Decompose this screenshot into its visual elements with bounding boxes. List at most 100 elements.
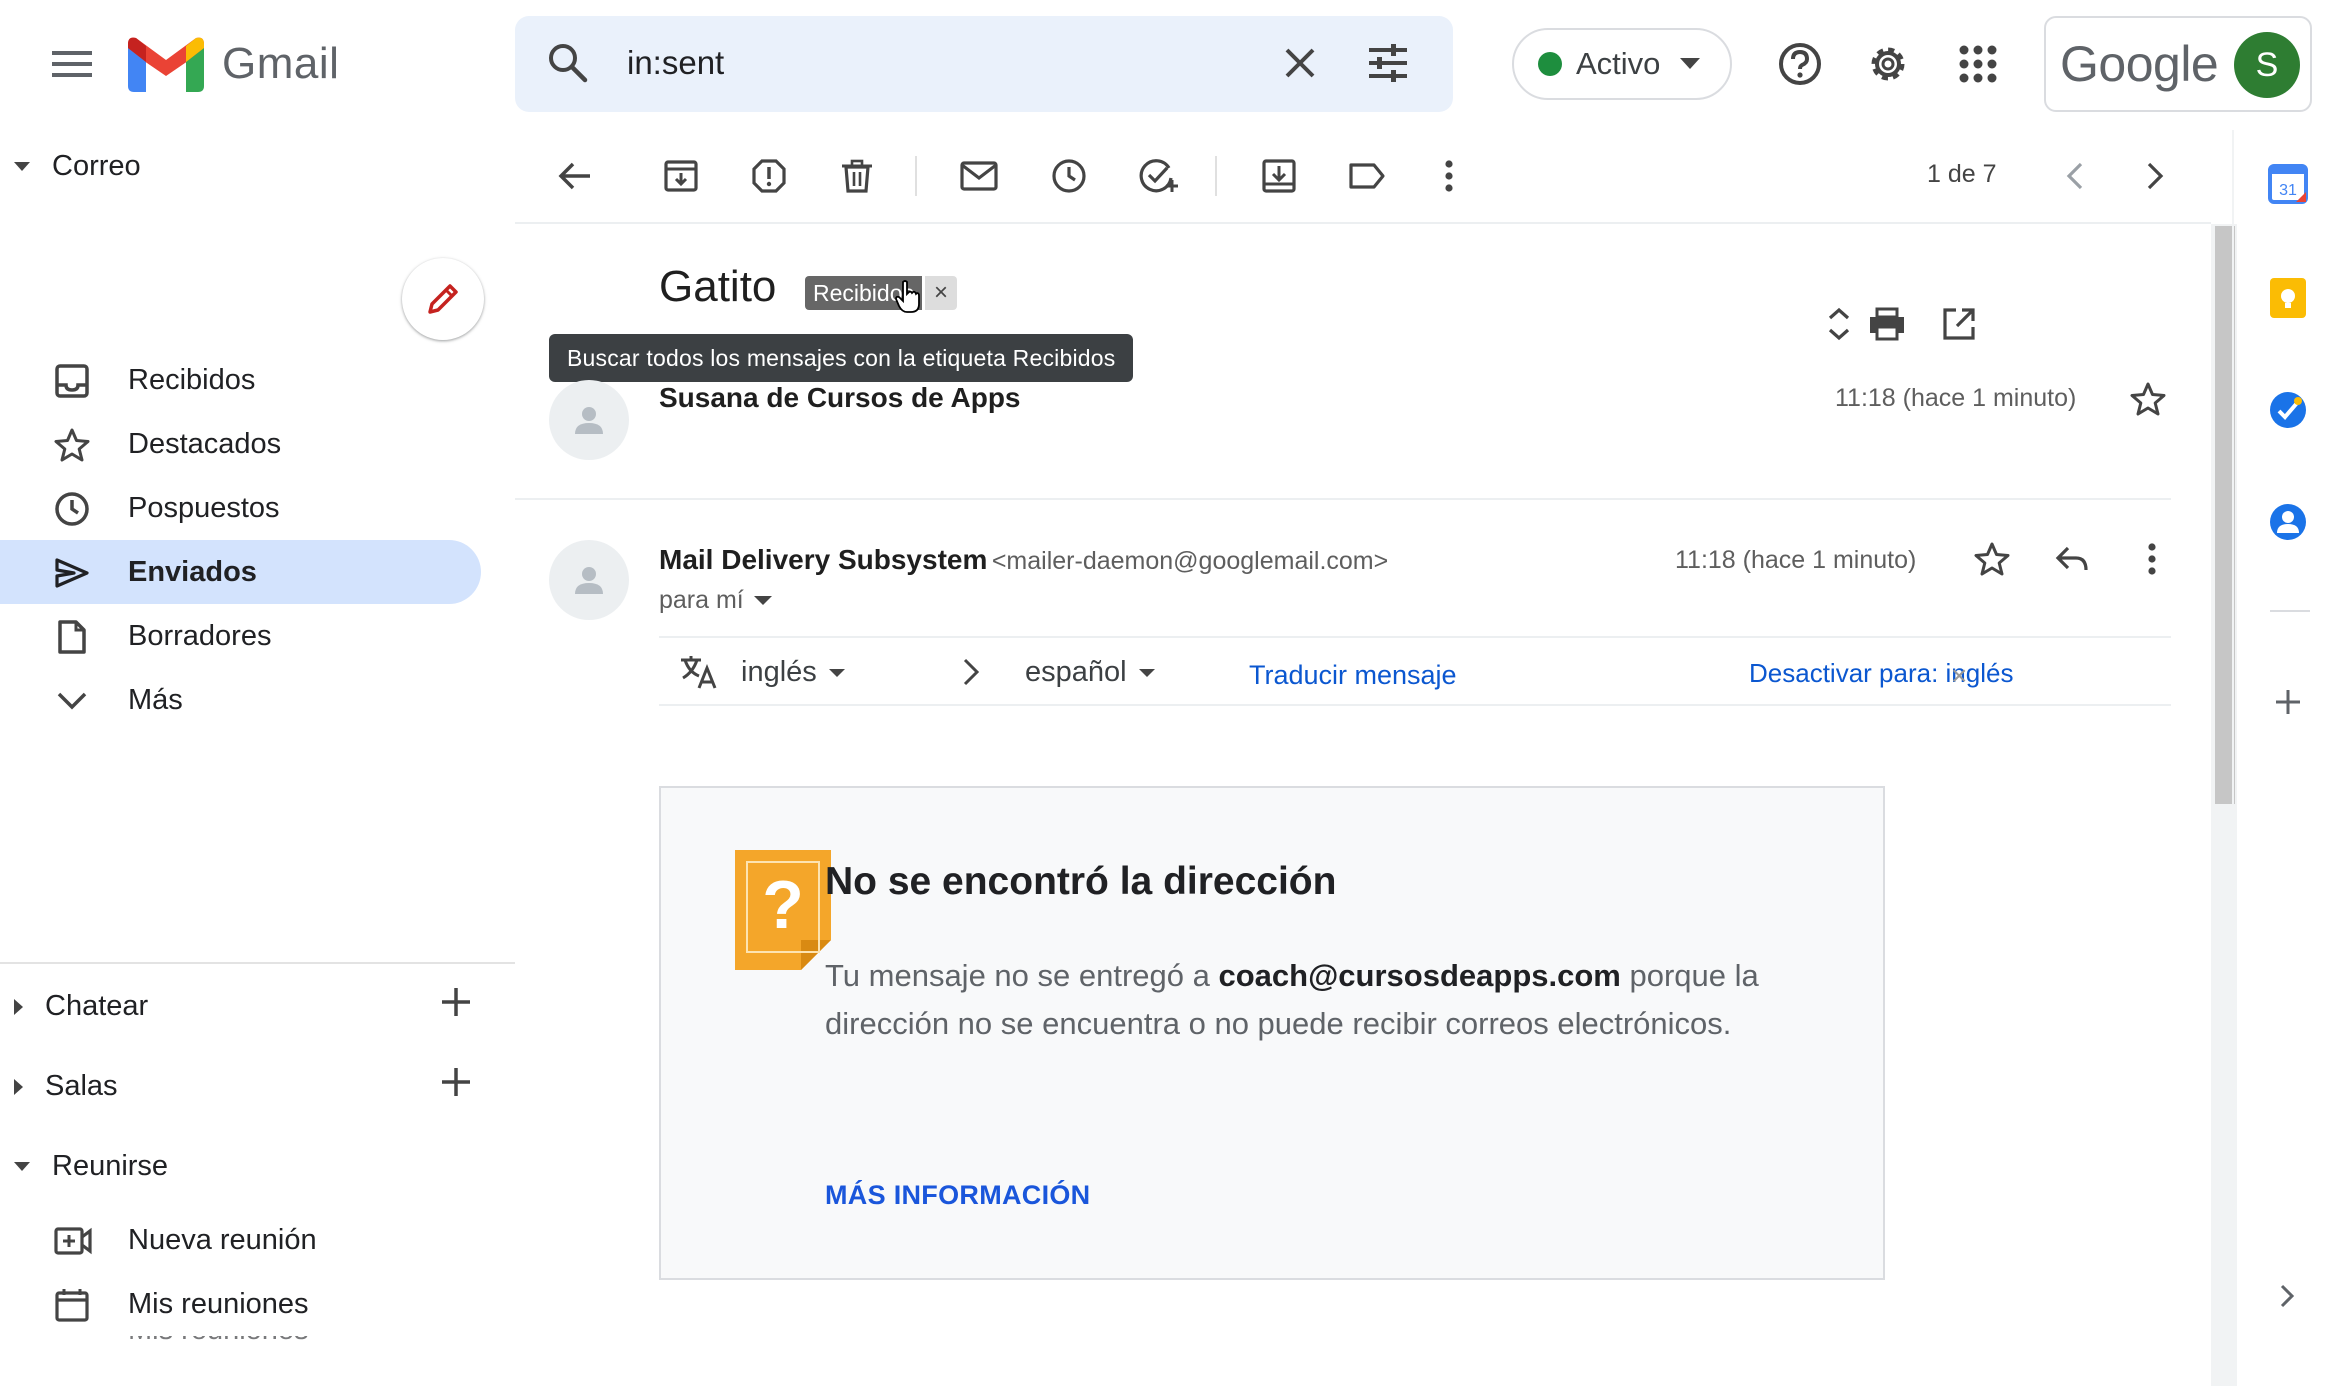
caret-right-icon — [14, 998, 23, 1015]
translate-message-link[interactable]: Traducir mensaje — [1249, 660, 1457, 691]
mail-section-toggle[interactable]: Correo — [14, 150, 141, 183]
chevron-down-icon — [54, 683, 90, 719]
meet-section-toggle[interactable]: Reunirse — [14, 1150, 168, 1183]
clear-search-icon[interactable] — [1277, 40, 1323, 86]
message-time: 11:18 (hace 1 minuto) — [1835, 384, 2077, 412]
message-time: 11:18 (hace 1 minuto) — [1675, 546, 1917, 574]
translate-bar-bottom-divider — [659, 704, 2171, 706]
delete-button[interactable] — [831, 150, 883, 202]
sidebar-item-label: Borradores — [128, 619, 272, 652]
hide-side-panel-button[interactable] — [2268, 1276, 2308, 1316]
message-more-button[interactable] — [2127, 534, 2177, 584]
left-sidebar: Correo Recibidos Destacados Pospuestos E… — [0, 130, 515, 1386]
archive-button[interactable] — [655, 150, 707, 202]
bounce-title: No se encontró la dirección — [825, 860, 1337, 903]
search-input[interactable] — [627, 38, 1227, 88]
status-label: Activo — [1576, 46, 1661, 81]
star-message-button[interactable] — [1967, 534, 2017, 584]
sidebar-item-new-meeting[interactable]: Nueva reunión — [0, 1208, 481, 1272]
main-menu-button[interactable] — [38, 30, 106, 98]
sidebar-item-drafts[interactable]: Borradores — [0, 604, 481, 668]
more-vert-icon — [1444, 160, 1454, 192]
sidebar-item-more[interactable]: Más — [0, 668, 481, 732]
sender-email: <mailer-daemon@googlemail.com> — [991, 547, 1389, 575]
source-language-select[interactable]: inglés — [741, 656, 845, 689]
labels-button[interactable] — [1341, 150, 1393, 202]
clock-icon — [54, 491, 90, 527]
google-contacts-icon — [2268, 502, 2308, 542]
report-spam-button[interactable] — [743, 150, 795, 202]
contacts-app-button[interactable] — [2268, 502, 2308, 542]
toolbar-separator — [915, 156, 917, 196]
google-calendar-icon: 31 — [2268, 164, 2308, 204]
avatar: S — [2234, 32, 2300, 98]
sidebar-item-inbox[interactable]: Recibidos — [0, 348, 481, 412]
sender-name[interactable]: Mail Delivery Subsystem — [659, 544, 987, 575]
close-translate-button[interactable]: × — [1951, 660, 1967, 692]
sidebar-divider — [0, 962, 515, 964]
reply-icon — [2054, 544, 2090, 574]
caret-down-icon — [14, 1162, 30, 1171]
sender-name[interactable]: Susana de Cursos de Apps — [659, 382, 1021, 414]
sender-line: Mail Delivery Subsystem <mailer-daemon@g… — [659, 544, 1388, 576]
add-task-button[interactable] — [1133, 150, 1185, 202]
status-selector[interactable]: Activo — [1512, 28, 1732, 100]
mark-unread-button[interactable] — [953, 150, 1005, 202]
search-options-icon[interactable] — [1365, 40, 1411, 86]
print-icon — [1868, 307, 1906, 341]
sidebar-item-snoozed[interactable]: Pospuestos — [0, 476, 481, 540]
more-vert-icon — [2147, 543, 2157, 575]
recipient-label: para mí — [659, 586, 744, 614]
calendar-icon — [54, 1287, 90, 1323]
gmail-logo[interactable]: Gmail — [128, 34, 339, 94]
translate-icon — [679, 652, 719, 692]
sidebar-item-my-meetings-ghost: Mis reuniones — [0, 1336, 481, 1366]
print-button[interactable] — [1859, 296, 1915, 352]
remove-label-button[interactable]: × — [925, 276, 957, 310]
back-button[interactable] — [549, 150, 601, 202]
sidebar-item-sent[interactable]: Enviados — [0, 540, 481, 604]
chevron-left-icon — [2063, 160, 2087, 192]
search-bar[interactable] — [515, 16, 1453, 112]
settings-button[interactable] — [1856, 32, 1920, 96]
chevron-right-icon — [961, 656, 981, 688]
newer-button[interactable] — [2049, 150, 2101, 202]
compose-button[interactable] — [402, 258, 522, 340]
get-addons-button[interactable] — [2268, 682, 2308, 722]
caret-down-icon — [828, 669, 845, 678]
sidebar-item-starred[interactable]: Destacados — [0, 412, 481, 476]
star-message-button[interactable] — [2123, 374, 2173, 424]
plus-icon — [436, 1062, 476, 1102]
sidebar-item-label: Enviados — [128, 555, 257, 588]
tasks-app-button[interactable] — [2268, 390, 2308, 430]
more-actions-button[interactable] — [1423, 150, 1475, 202]
older-button[interactable] — [2129, 150, 2181, 202]
snooze-button[interactable] — [1043, 150, 1095, 202]
inbox-icon — [54, 363, 90, 399]
add-task-icon — [1139, 158, 1179, 194]
sidebar-item-label: Nueva reunión — [128, 1223, 317, 1256]
chat-section-toggle[interactable]: Chatear — [14, 990, 148, 1023]
sidebar-item-label: Recibidos — [128, 363, 256, 396]
new-room-button[interactable] — [436, 1062, 476, 1102]
move-to-button[interactable] — [1253, 150, 1305, 202]
sidebar-item-label: Mis reuniones — [128, 1287, 309, 1320]
keep-app-button[interactable] — [2268, 278, 2308, 318]
person-icon — [574, 405, 604, 435]
reply-button[interactable] — [2047, 534, 2097, 584]
google-apps-button[interactable] — [1946, 32, 2010, 96]
recipient-details-toggle[interactable]: para mí — [659, 586, 772, 615]
disable-translation-link[interactable]: Desactivar para: inglés — [1749, 658, 2013, 689]
help-button[interactable] — [1768, 32, 1832, 96]
search-icon[interactable] — [545, 40, 591, 86]
account-button[interactable]: Google S — [2044, 16, 2312, 112]
open-new-window-button[interactable] — [1931, 296, 1987, 352]
target-language-select[interactable]: español — [1025, 656, 1155, 689]
new-chat-button[interactable] — [436, 982, 476, 1022]
learn-more-link[interactable]: MÁS INFORMACIÓN — [825, 1180, 1090, 1211]
calendar-app-button[interactable]: 31 — [2268, 164, 2308, 204]
help-icon — [1777, 41, 1823, 87]
toolbar-divider — [515, 222, 2211, 224]
rooms-section-toggle[interactable]: Salas — [14, 1070, 118, 1103]
sidebar-item-my-meetings[interactable]: Mis reuniones — [0, 1272, 481, 1336]
